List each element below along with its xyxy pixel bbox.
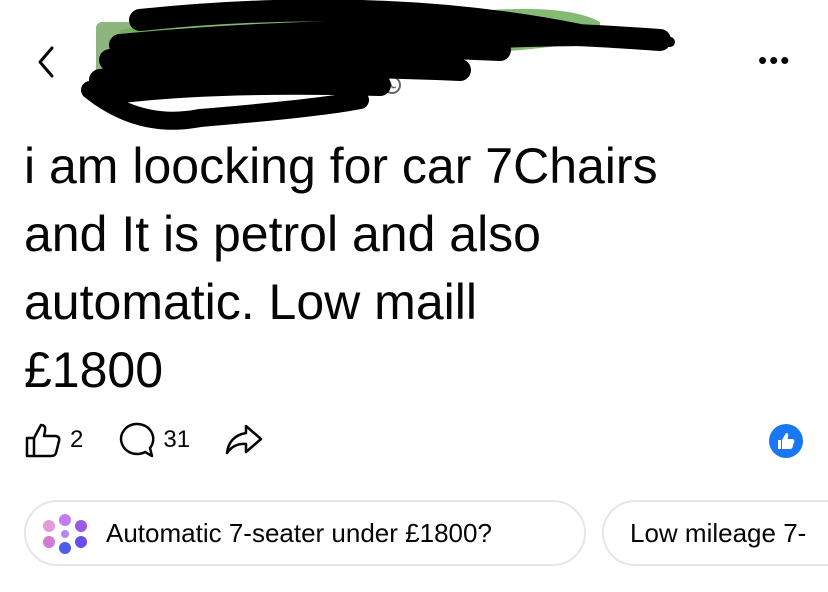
post-line: automatic. Low maill (24, 274, 477, 330)
more-options-button[interactable]: ••• (758, 47, 791, 73)
suggestion-chip-label: Automatic 7-seater under £1800? (106, 517, 492, 548)
post-line: and It is petrol and also (24, 206, 541, 262)
like-count: 2 (70, 426, 84, 453)
thumbs-up-icon (25, 423, 61, 458)
post-header: h · 1h · ••• (0, 0, 828, 130)
back-arrow-icon[interactable] (34, 44, 58, 80)
share-button[interactable] (224, 421, 264, 459)
post-body: i am loocking for car 7Chairs and It is … (24, 132, 804, 404)
suggestion-chip[interactable]: Automatic 7-seater under £1800? (24, 500, 586, 566)
post-line: i am loocking for car 7Chairs (24, 138, 658, 194)
suggestion-chip-label: Low mileage 7- (630, 517, 807, 548)
post-line: £1800 (24, 342, 164, 398)
comment-count: 31 (163, 426, 191, 453)
suggestion-chips: Automatic 7-seater under £1800? Low mile… (24, 500, 828, 568)
suggestion-chip[interactable]: Low mileage 7- (602, 500, 828, 566)
share-arrow-icon (225, 424, 263, 455)
comment-button[interactable]: 31 (117, 421, 190, 459)
post-actions: 2 31 (24, 418, 298, 462)
comment-bubble-icon (120, 422, 155, 458)
ai-sparkle-icon (43, 514, 87, 554)
like-reaction-badge (769, 424, 803, 458)
redaction-scribble (81, 0, 675, 130)
like-button[interactable]: 2 (24, 421, 83, 459)
thumbs-up-icon (778, 433, 795, 449)
